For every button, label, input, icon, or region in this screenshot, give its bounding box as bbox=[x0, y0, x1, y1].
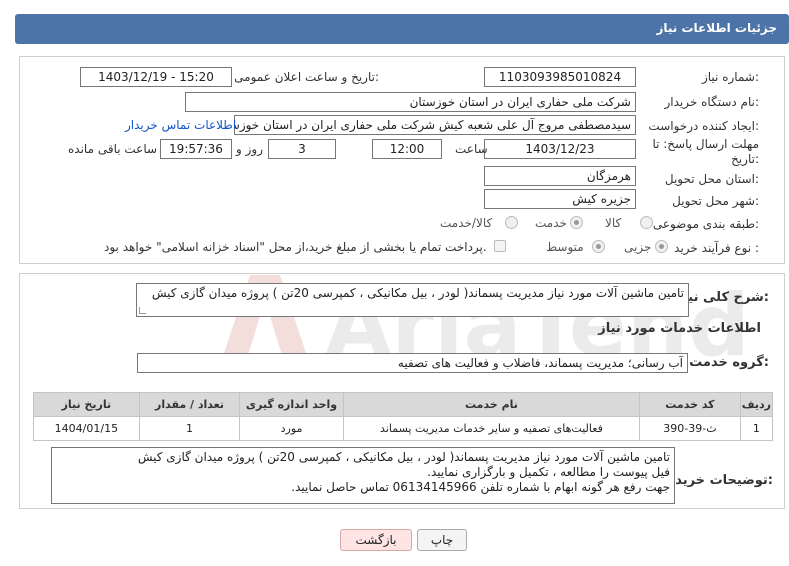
services-section-title: اطلاعات خدمات مورد نیاز bbox=[598, 321, 761, 336]
deadline-time-field: 12:00 bbox=[372, 139, 442, 159]
services-table-header: ردیف کد خدمت نام خدمت واحد اندازه گیری ت… bbox=[33, 392, 774, 417]
announce-datetime-field: 1403/12/19 - 15:20 bbox=[80, 67, 232, 87]
city-field: جزیره کیش bbox=[484, 189, 636, 209]
announce-label: تاریخ و ساعت اعلان عمومی: bbox=[234, 70, 379, 84]
buyer-note-line: جهت رفع هر گونه ابهام با شماره تلفن 0613… bbox=[291, 480, 670, 494]
days-label: روز و bbox=[236, 142, 263, 156]
need-number-label: شماره نیاز: bbox=[701, 70, 759, 84]
category-radio-goods[interactable] bbox=[640, 216, 653, 229]
resize-grip-icon[interactable] bbox=[139, 307, 146, 314]
services-table: ردیف کد خدمت نام خدمت واحد اندازه گیری ت… bbox=[33, 392, 774, 441]
category-label: طبقه بندی موضوعی: bbox=[652, 217, 759, 231]
summary-label: شرح کلی نیاز: bbox=[675, 290, 769, 305]
days-remaining-field: 3 bbox=[268, 139, 336, 159]
category-radio-service[interactable] bbox=[570, 216, 583, 229]
province-field: هرمزگان bbox=[484, 166, 636, 186]
remaining-time-field: 19:57:36 bbox=[160, 139, 232, 159]
category-radio-goods-service[interactable] bbox=[505, 216, 518, 229]
service-group-field: آب رسانی؛ مدیریت پسماند، فاضلاب و فعالیت… bbox=[137, 353, 688, 373]
cell-service-code: ث-39-390 bbox=[639, 416, 741, 441]
col-need-date: تاریخ نیاز bbox=[33, 392, 140, 417]
cell-unit: مورد bbox=[239, 416, 344, 441]
col-row: ردیف bbox=[739, 392, 774, 417]
buyer-contact-link[interactable]: اطلاعات تماس خریدار bbox=[125, 118, 236, 132]
process-option-minor: جزیی bbox=[624, 240, 652, 254]
table-row: 1 ث-39-390 فعالیت‌های تصفیه و سایر خدمات… bbox=[33, 416, 774, 441]
deadline-label: مهلت ارسال پاسخ: تا bbox=[652, 137, 759, 151]
buyer-org-field: شرکت ملی حفاری ایران در استان خوزستان bbox=[185, 92, 636, 112]
buyer-notes-textarea[interactable]: تامین ماشین آلات مورد نیاز مدیریت پسماند… bbox=[51, 447, 675, 504]
city-label: شهر محل تحویل: bbox=[672, 194, 759, 208]
need-info-panel bbox=[19, 56, 785, 264]
deadline-date-field: 1403/12/23 bbox=[484, 139, 636, 159]
treasury-payment-checkbox[interactable] bbox=[494, 240, 506, 252]
category-option-goods-service: کالا/خدمت bbox=[440, 216, 493, 230]
buyer-org-label: نام دستگاه خریدار: bbox=[664, 95, 760, 109]
summary-text: تامین ماشین آلات مورد نیاز مدیریت پسماند… bbox=[151, 286, 684, 300]
process-option-medium: متوسط bbox=[546, 240, 584, 254]
print-button[interactable]: چاپ bbox=[417, 529, 467, 551]
summary-textarea[interactable]: تامین ماشین آلات مورد نیاز مدیریت پسماند… bbox=[136, 283, 689, 317]
deadline-date-label: تاریخ: bbox=[731, 152, 759, 166]
cell-need-date: 1404/01/15 bbox=[33, 416, 140, 441]
buyer-note-line: تامین ماشین آلات مورد نیاز مدیریت پسماند… bbox=[137, 450, 670, 464]
col-unit: واحد اندازه گیری bbox=[239, 392, 344, 417]
service-group-label: گروه خدمت: bbox=[689, 355, 769, 370]
category-option-goods: کالا bbox=[605, 216, 622, 230]
buyer-notes-label: توضیحات خریدار: bbox=[663, 473, 773, 488]
buyer-note-line: فیل پیوست را مطالعه ، تکمیل و بارگزاری ن… bbox=[427, 465, 670, 479]
creator-label: ایجاد کننده درخواست: bbox=[648, 119, 759, 133]
col-quantity: تعداد / مقدار bbox=[138, 392, 241, 417]
col-service-name: نام خدمت bbox=[342, 392, 641, 417]
treasury-payment-note: پرداخت تمام یا بخشی از مبلغ خرید،از محل … bbox=[104, 240, 487, 254]
page-title: جزئیات اطلاعات نیاز bbox=[656, 21, 777, 35]
process-label: نوع فرآیند خرید : bbox=[674, 241, 759, 255]
province-label: استان محل تحویل: bbox=[664, 172, 759, 186]
back-button[interactable]: بازگشت bbox=[340, 529, 412, 551]
page-header: جزئیات اطلاعات نیاز bbox=[15, 14, 789, 44]
col-service-code: کد خدمت bbox=[639, 392, 741, 417]
cell-service-name: فعالیت‌های تصفیه و سایر خدمات مدیریت پسم… bbox=[342, 416, 641, 441]
category-option-service: خدمت bbox=[535, 216, 567, 230]
cell-row: 1 bbox=[739, 416, 774, 441]
remaining-time-label: ساعت باقی مانده bbox=[68, 142, 158, 156]
creator-field: سیدمصطفی مروج آل علی شعبه کیش شرکت ملی ح… bbox=[234, 115, 636, 135]
deadline-time-label: ساعت bbox=[455, 142, 488, 156]
process-radio-medium[interactable] bbox=[592, 240, 605, 253]
cell-quantity: 1 bbox=[138, 416, 241, 441]
process-radio-minor[interactable] bbox=[655, 240, 668, 253]
need-number-field: 1103093985010824 bbox=[484, 67, 636, 87]
